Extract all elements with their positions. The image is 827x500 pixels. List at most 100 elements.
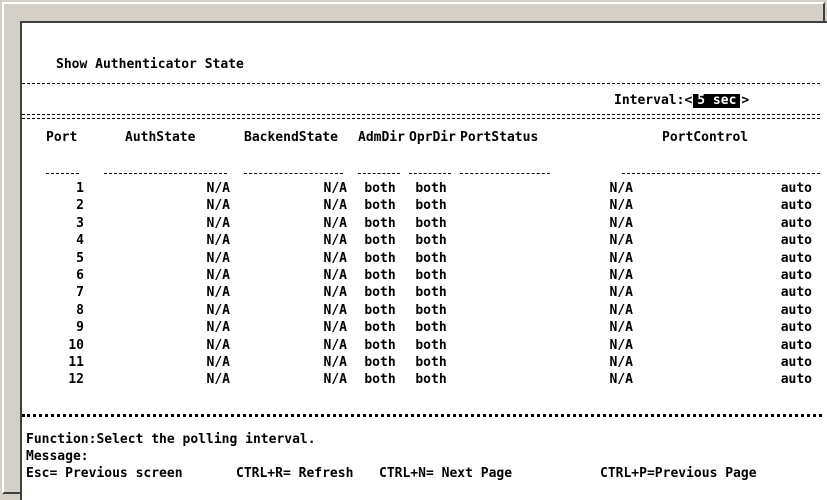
cell-port: 4 — [76, 233, 84, 249]
cell-portstatus: N/A — [609, 181, 633, 196]
help-refresh[interactable]: CTRL+R= Refresh — [236, 467, 353, 481]
cell-portcontrol: auto — [780, 198, 812, 214]
cell-portstatus: N/A — [609, 355, 633, 370]
header-portcontrol: PortControl — [662, 130, 749, 145]
cell-portcontrol: auto — [780, 181, 812, 196]
cell-port: 7 — [76, 285, 84, 301]
cell-oprdir: both — [415, 233, 447, 249]
message-label: Message: — [26, 449, 89, 464]
page-title: Show Authenticator State — [56, 57, 244, 72]
cell-backendstate: N/A — [323, 372, 347, 388]
cell-portstatus: N/A — [609, 250, 633, 266]
cell-port: 3 — [76, 215, 84, 231]
divider-interval — [22, 114, 820, 115]
cell-backendstate: N/A — [323, 320, 347, 336]
cell-oprdir: both — [415, 285, 447, 301]
cell-backendstate: N/A — [323, 337, 347, 353]
cell-portstatus: N/A — [609, 215, 633, 231]
cell-portcontrol: auto — [780, 268, 812, 283]
header-admdir: AdmDir — [358, 130, 405, 145]
interval-right-arrow[interactable]: > — [741, 93, 749, 108]
cell-backendstate: N/A — [323, 268, 347, 283]
cell-authstate: N/A — [206, 355, 230, 370]
cell-admdir: both — [364, 337, 396, 353]
cell-admdir: both — [364, 302, 396, 318]
divider-title — [22, 83, 820, 84]
cell-backendstate: N/A — [323, 302, 347, 318]
cell-admdir: both — [364, 268, 396, 283]
cell-oprdir: both — [415, 215, 447, 231]
cell-authstate: N/A — [206, 250, 230, 266]
cell-port: 11 — [68, 355, 84, 370]
cell-portcontrol: auto — [780, 320, 812, 336]
cell-oprdir: both — [415, 250, 447, 266]
cell-admdir: both — [364, 320, 396, 336]
function-text: Function:Select the polling interval. — [26, 432, 316, 447]
cell-backendstate: N/A — [323, 181, 347, 196]
cell-admdir: both — [364, 250, 396, 266]
divider-interval-2 — [22, 118, 820, 119]
cell-oprdir: both — [415, 181, 447, 196]
cell-admdir: both — [364, 285, 396, 301]
help-next-page[interactable]: CTRL+N= Next Page — [379, 467, 512, 481]
cell-authstate: N/A — [206, 320, 230, 336]
cell-portstatus: N/A — [609, 198, 633, 214]
cell-portstatus: N/A — [609, 302, 633, 318]
interval-label: Interval: — [614, 93, 685, 108]
cell-portcontrol: auto — [780, 355, 812, 370]
underline-oprdir — [409, 173, 451, 174]
header-backendstate: BackendState — [244, 130, 338, 145]
cell-port: 6 — [76, 268, 84, 283]
cell-port: 2 — [76, 198, 84, 214]
terminal-screen: Show Authenticator State Interval:< 5 sec… — [20, 21, 827, 500]
cell-oprdir: both — [415, 198, 447, 214]
cell-port: 10 — [68, 337, 84, 353]
cell-portcontrol: auto — [780, 302, 812, 318]
divider-stars — [22, 414, 822, 417]
cell-admdir: both — [364, 233, 396, 249]
cell-portcontrol: auto — [780, 285, 812, 301]
help-esc[interactable]: Esc= Previous screen — [26, 467, 183, 481]
cell-portcontrol: auto — [780, 233, 812, 249]
cell-portstatus: N/A — [609, 268, 633, 283]
cell-oprdir: both — [415, 355, 447, 370]
cell-authstate: N/A — [206, 337, 230, 353]
cell-portcontrol: auto — [780, 337, 812, 353]
interval-left-arrow[interactable]: < — [684, 93, 692, 108]
cell-backendstate: N/A — [323, 355, 347, 370]
cell-authstate: N/A — [206, 198, 230, 214]
help-prev-page[interactable]: CTRL+P=Previous Page — [600, 467, 757, 481]
cell-port: 5 — [76, 250, 84, 266]
underline-authstate — [104, 173, 227, 174]
cell-oprdir: both — [415, 320, 447, 336]
cell-admdir: both — [364, 372, 396, 388]
cell-authstate: N/A — [206, 181, 230, 196]
cell-backendstate: N/A — [323, 215, 347, 231]
header-oprdir: OprDir — [409, 130, 456, 145]
cell-portstatus: N/A — [609, 285, 633, 301]
interval-selector[interactable]: Interval:< 5 sec > — [614, 94, 749, 108]
cell-admdir: both — [364, 355, 396, 370]
underline-port — [46, 173, 79, 174]
cell-portcontrol: auto — [780, 250, 812, 266]
cell-admdir: both — [364, 215, 396, 231]
window-frame: Show Authenticator State Interval:< 5 sec… — [2, 2, 827, 500]
cell-port: 9 — [76, 320, 84, 336]
cell-backendstate: N/A — [323, 198, 347, 214]
cell-admdir: both — [364, 181, 396, 196]
cell-authstate: N/A — [206, 268, 230, 283]
cell-authstate: N/A — [206, 302, 230, 318]
cell-oprdir: both — [415, 337, 447, 353]
cell-portstatus: N/A — [609, 337, 633, 353]
interval-value[interactable]: 5 sec — [693, 94, 741, 108]
cell-authstate: N/A — [206, 215, 230, 231]
cell-backendstate: N/A — [323, 285, 347, 301]
header-authstate: AuthState — [125, 130, 196, 145]
cell-portstatus: N/A — [609, 233, 633, 249]
cell-authstate: N/A — [206, 285, 230, 301]
cell-admdir: both — [364, 198, 396, 214]
cell-portstatus: N/A — [609, 372, 633, 388]
header-port: Port — [46, 130, 78, 145]
cell-backendstate: N/A — [323, 233, 347, 249]
cell-port: 12 — [68, 372, 84, 388]
